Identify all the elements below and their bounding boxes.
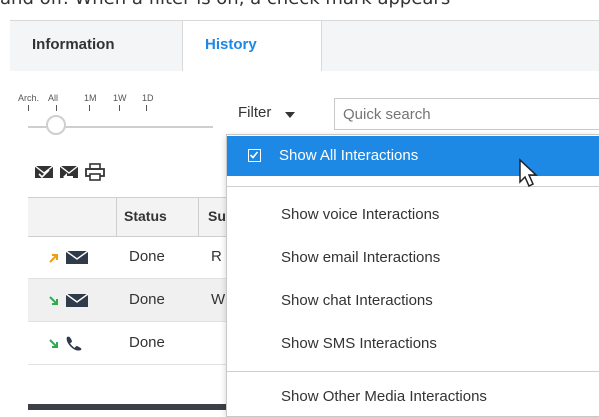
timeline-label-1d: 1D — [142, 93, 154, 103]
timeline-tick — [89, 105, 90, 111]
timeline-label-arch: Arch. — [18, 93, 40, 103]
menu-item-label: Show voice Interactions — [281, 206, 440, 223]
menu-item-show-all[interactable]: Show All Interactions — [227, 136, 599, 176]
column-header-status[interactable]: Status — [124, 208, 167, 224]
table-row[interactable]: Done R — [28, 236, 238, 279]
timeline-label-1w: 1W — [113, 93, 127, 103]
timeline-tick — [146, 105, 147, 111]
print-icon[interactable] — [84, 163, 106, 181]
column-separator — [198, 198, 199, 236]
tab-information[interactable]: Information — [10, 21, 182, 71]
filter-button[interactable]: Filter — [238, 104, 271, 121]
history-grid: Status Su Done R Done W Done — [28, 197, 238, 417]
outbound-email-icon — [49, 250, 89, 264]
inbound-voice-icon — [49, 336, 82, 351]
table-row[interactable]: Done — [28, 322, 238, 365]
horizontal-scrollbar[interactable] — [28, 404, 238, 410]
row-subject: R — [211, 248, 222, 265]
table-row[interactable]: Done W — [28, 279, 238, 322]
menu-item-show-sms[interactable]: Show SMS Interactions — [227, 324, 599, 364]
menu-item-label: Show All Interactions — [279, 147, 419, 164]
column-separator — [116, 198, 117, 236]
mouse-cursor-icon — [519, 158, 538, 188]
menu-item-label: Show SMS Interactions — [281, 335, 437, 352]
grid-header: Status Su — [28, 197, 238, 237]
column-header-subject[interactable]: Su — [208, 208, 226, 224]
inbound-email-icon — [49, 293, 89, 307]
reply-icon[interactable] — [58, 163, 80, 181]
mark-done-icon[interactable] — [33, 163, 55, 181]
timeline-thumb[interactable] — [46, 115, 66, 135]
menu-item-show-chat[interactable]: Show chat Interactions — [227, 281, 599, 321]
checkbox-checked-icon — [248, 149, 261, 162]
menu-divider — [227, 186, 599, 187]
menu-item-show-voice[interactable]: Show voice Interactions — [227, 195, 599, 235]
row-status: Done — [129, 248, 165, 265]
row-status: Done — [129, 291, 165, 308]
timeline-label-all: All — [48, 93, 59, 103]
row-status: Done — [129, 334, 165, 351]
time-range-slider[interactable]: Arch. All 1M 1W 1D — [18, 93, 218, 135]
chevron-down-icon[interactable] — [285, 112, 295, 118]
caption-text: and off. When a filter is on, a check ma… — [0, 0, 599, 10]
timeline-tick — [28, 105, 29, 111]
tab-history[interactable]: History — [182, 21, 322, 72]
menu-item-show-email[interactable]: Show email Interactions — [227, 238, 599, 278]
menu-item-show-other-media[interactable]: Show Other Media Interactions — [227, 377, 599, 417]
timeline-tick — [56, 105, 57, 111]
row-subject: W — [211, 291, 226, 308]
tab-bar: Information History — [10, 20, 599, 72]
quick-search-input[interactable] — [334, 98, 599, 130]
timeline-label-1m: 1M — [84, 93, 97, 103]
timeline-tick — [119, 105, 120, 111]
menu-item-label: Show email Interactions — [281, 249, 441, 266]
menu-item-label: Show Other Media Interactions — [281, 388, 487, 405]
menu-divider — [227, 371, 599, 372]
filter-dropdown-menu: Show All Interactions Show voice Interac… — [226, 134, 599, 417]
menu-item-label: Show chat Interactions — [281, 292, 433, 309]
